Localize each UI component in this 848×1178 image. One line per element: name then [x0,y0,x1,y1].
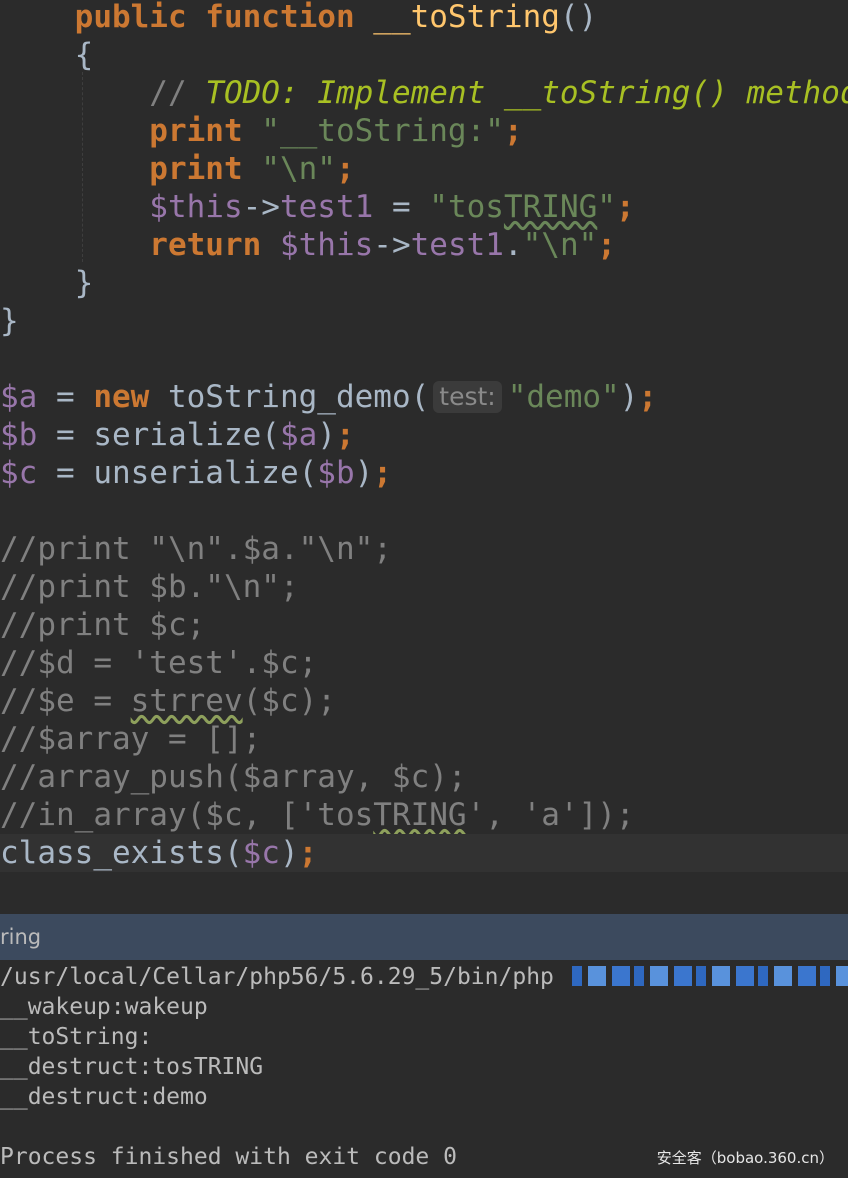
code-token: return [0,227,280,263]
code-token: //$e = [0,683,131,719]
code-token: strrev [130,683,243,719]
code-token: $b [317,455,355,491]
code-token: " [597,189,616,225]
code-line[interactable]: //in_array($c, ['tosTRING', 'a']); [0,796,848,834]
code-editor[interactable]: public function __toString() { // TODO: … [0,0,848,906]
code-token: ; [638,379,658,415]
code-token: ($c); [242,683,336,719]
console-line: __destruct:tosTRING [0,1054,264,1080]
code-token: //$array = []; [0,721,262,757]
code-line[interactable]: } [0,264,848,302]
code-line[interactable]: //print $c; [0,606,848,644]
code-token: $c [242,835,280,871]
code-line[interactable]: public function __toString() [0,0,848,36]
code-token: ) [354,455,374,491]
code-token: ) [317,417,336,453]
watermark: 安全客（bobao.360.cn） [656,1149,834,1167]
code-token: //print "\n".$a."\n"; [0,531,392,567]
code-token: // [0,75,206,111]
code-token: $a [0,379,38,415]
code-line[interactable]: //array_push($array, $c); [0,758,848,796]
code-line[interactable]: class_exists($c); [0,834,848,872]
code-token: ; [597,227,616,263]
redacted-path [572,966,848,986]
code-token: //print $b."\n"; [0,569,299,605]
code-token: ) [279,835,299,871]
code-token: $this [279,227,374,263]
code-token: { [0,37,94,73]
console-line: Process finished with exit code 0 [0,1144,457,1170]
code-token: toString_demo( [167,379,430,415]
console-line: /usr/local/Cellar/php56/5.6.29_5/bin/php [0,964,554,990]
code-token: new [93,379,168,415]
code-token: //array_push($array, $c); [0,759,467,795]
code-line[interactable]: //$d = 'test'.$c; [0,644,848,682]
code-token: -> [373,227,411,263]
code-token: = [373,189,430,225]
code-token: = unserialize( [37,455,318,491]
code-line[interactable]: $this->test1 = "tosTRING"; [0,188,848,226]
code-token: () [559,0,598,35]
code-line[interactable]: //$e = strrev($c); [0,682,848,720]
code-token: test1 [410,227,504,263]
code-token: ', 'a']); [466,797,635,833]
console-line: __destruct:demo [0,1084,208,1110]
code-token: public function [0,0,374,35]
code-token: $c [0,455,38,491]
run-tab-label: ring [0,925,42,949]
code-token: ; [373,455,392,491]
code-token: __toString [373,0,560,35]
code-token: $a [279,417,318,453]
code-token: //print $c; [0,607,206,643]
code-token: "__toString:" [261,113,504,149]
code-token: ; [335,417,355,453]
code-line[interactable]: print "__toString:"; [0,112,848,150]
run-tab-header[interactable]: ring [0,914,848,960]
code-line[interactable]: //print "\n".$a."\n"; [0,530,848,568]
code-line[interactable]: $c = unserialize($b); [0,454,848,492]
code-token: print [0,113,262,149]
code-line[interactable]: $b = serialize($a); [0,416,848,454]
code-token: //$d = 'test'.$c; [0,645,318,681]
console-line: __wakeup:wakeup [0,994,208,1020]
code-line[interactable] [0,340,848,378]
code-token: TRING [503,189,598,225]
code-token: TRING [373,797,467,833]
code-token: "\n" [261,151,336,187]
code-token: "demo" [507,379,620,415]
code-line[interactable]: //$array = []; [0,720,848,758]
code-token: print [0,151,262,187]
code-line[interactable]: //print $b."\n"; [0,568,848,606]
code-token: ; [503,113,523,149]
code-token: $this [0,189,243,225]
code-token: ; [335,151,355,187]
parameter-hint: test: [433,381,502,413]
run-console[interactable]: /usr/local/Cellar/php56/5.6.29_5/bin/php… [0,960,848,1178]
console-line: __toString: [0,1024,153,1050]
code-token: "\n" [522,227,598,263]
code-line[interactable]: { [0,36,848,74]
code-token: -> [242,189,280,225]
code-line[interactable]: return $this->test1."\n"; [0,226,848,264]
code-token: ) [619,379,639,415]
code-token: . [503,227,523,263]
code-line[interactable] [0,492,848,530]
code-line[interactable]: print "\n"; [0,150,848,188]
code-token: = serialize( [37,417,280,453]
code-token: ; [615,189,635,225]
code-token: "tos [429,189,504,225]
code-token: //in_array($c, ['tos [0,797,374,833]
code-token: class_exists( [0,835,243,871]
code-token: ; [298,835,318,871]
code-line[interactable]: } [0,302,848,340]
code-token: = [37,379,94,415]
code-token: TODO: Implement __toString() method [205,75,848,111]
code-line[interactable]: $a = new toString_demo(test: "demo"); [0,378,848,416]
code-token: test1 [279,189,374,225]
code-token: } [0,265,94,301]
code-line[interactable]: // TODO: Implement __toString() method [0,74,848,112]
code-token: } [0,303,19,339]
code-token: $b [0,417,38,453]
